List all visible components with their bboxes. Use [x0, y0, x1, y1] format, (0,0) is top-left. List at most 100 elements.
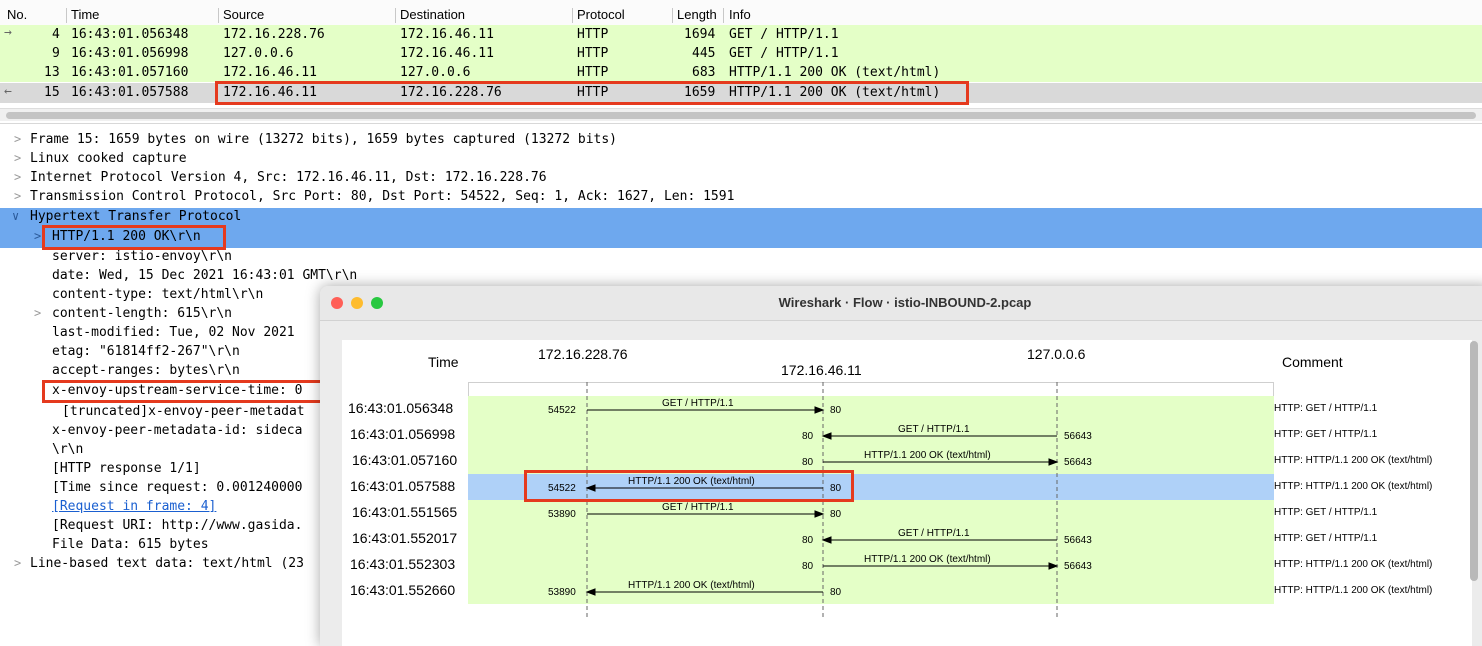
- flow-port: 80: [802, 431, 814, 442]
- chevron-right-icon[interactable]: >: [14, 170, 21, 184]
- flow-row[interactable]: 16:43:01.056998 GET / HTTP/1.1 80 56643 …: [342, 420, 1472, 446]
- tree-item-label: content-type: text/html\r\n: [52, 287, 264, 302]
- flow-diagram-canvas[interactable]: Time 172.16.228.76 172.16.46.11 127.0.0.…: [342, 340, 1472, 646]
- packet-list-header: No. Time Source Destination Protocol Len…: [0, 0, 1482, 26]
- annotation-box-status-line: [42, 225, 226, 250]
- tree-item-label: Internet Protocol Version 4, Src: 172.16…: [30, 170, 547, 185]
- flow-port: 53890: [548, 587, 576, 598]
- packet-destination: 172.16.46.11: [400, 46, 494, 61]
- packet-length: 1694: [684, 27, 716, 42]
- flow-comment: HTTP: GET / HTTP/1.1: [1274, 403, 1378, 414]
- flow-time: 16:43:01.056998: [350, 426, 456, 442]
- packet-source: 127.0.0.6: [223, 46, 294, 61]
- request-in-frame-link[interactable]: [Request in frame: 4]: [52, 499, 216, 514]
- tree-item-label: accept-ranges: bytes\r\n: [52, 363, 240, 378]
- chevron-right-icon[interactable]: >: [14, 556, 21, 570]
- tree-item[interactable]: server: istio-envoy\r\n: [0, 248, 1482, 267]
- packet-list-hscrollbar[interactable]: [0, 108, 1482, 121]
- col-info-header[interactable]: Info: [729, 7, 751, 22]
- packet-time: 16:43:01.057160: [71, 65, 189, 80]
- col-time-header[interactable]: Time: [71, 7, 99, 22]
- flow-graph-window[interactable]: Wireshark · Flow · istio-INBOUND-2.pcap …: [320, 286, 1482, 646]
- response-arrow-icon: ←: [4, 84, 12, 99]
- tree-item[interactable]: date: Wed, 15 Dec 2021 16:43:01 GMT\r\n: [0, 267, 1482, 286]
- packet-list[interactable]: No. Time Source Destination Protocol Len…: [0, 0, 1482, 122]
- chevron-right-icon[interactable]: >: [14, 151, 21, 165]
- tree-item-label: last-modified: Tue, 02 Nov 2021: [52, 325, 295, 340]
- flow-row[interactable]: 16:43:01.552017 GET / HTTP/1.1 80 56643 …: [342, 524, 1472, 550]
- chevron-down-icon[interactable]: ∨: [12, 209, 19, 223]
- packet-time: 16:43:01.056998: [71, 46, 189, 61]
- packet-length: 445: [692, 46, 716, 61]
- flow-port: 56643: [1064, 535, 1092, 546]
- flow-comment: HTTP: HTTP/1.1 200 OK (text/html): [1274, 585, 1433, 596]
- packet-no: 4: [52, 27, 60, 42]
- tree-item-linux-cooked[interactable]: > Linux cooked capture: [0, 150, 1482, 169]
- flow-port: 80: [830, 587, 842, 598]
- flow-comment: HTTP: GET / HTTP/1.1: [1274, 507, 1378, 518]
- packet-no: 15: [44, 85, 60, 100]
- packet-row[interactable]: → 4 16:43:01.056348 172.16.228.76 172.16…: [0, 25, 1482, 44]
- packet-source: 172.16.228.76: [223, 27, 325, 42]
- flow-row[interactable]: 16:43:01.056348 GET / HTTP/1.1 54522 80 …: [342, 394, 1472, 420]
- flow-row[interactable]: 16:43:01.552660 HTTP/1.1 200 OK (text/ht…: [342, 576, 1472, 602]
- flow-time: 16:43:01.056348: [348, 400, 454, 416]
- tree-item-label: Linux cooked capture: [30, 151, 187, 166]
- flow-row[interactable]: 16:43:01.057160 HTTP/1.1 200 OK (text/ht…: [342, 446, 1472, 472]
- tree-item-ipv4[interactable]: > Internet Protocol Version 4, Src: 172.…: [0, 169, 1482, 188]
- flow-port: 56643: [1064, 431, 1092, 442]
- flow-label: GET / HTTP/1.1: [662, 398, 734, 409]
- tree-item-label: x-envoy-peer-metadata-id: sideca: [52, 423, 303, 438]
- packet-length: 683: [692, 65, 716, 80]
- chevron-right-icon[interactable]: >: [14, 132, 21, 146]
- flow-time: 16:43:01.552660: [350, 582, 456, 598]
- flow-row[interactable]: 16:43:01.552303 HTTP/1.1 200 OK (text/ht…: [342, 550, 1472, 576]
- tree-item-frame[interactable]: > Frame 15: 1659 bytes on wire (13272 bi…: [0, 131, 1482, 150]
- flow-row-selected-content[interactable]: 16:43:01.057588 HTTP/1.1 200 OK (text/ht…: [342, 472, 1472, 498]
- scrollbar-thumb[interactable]: [6, 112, 1476, 119]
- flow-time: 16:43:01.057160: [352, 452, 458, 468]
- packet-time: 16:43:01.057588: [71, 85, 189, 100]
- flow-port: 80: [802, 535, 814, 546]
- flow-port: 80: [830, 405, 842, 416]
- flow-comment: HTTP: GET / HTTP/1.1: [1274, 533, 1378, 544]
- annotation-box-flow-response: [524, 470, 854, 502]
- flow-label: HTTP/1.1 200 OK (text/html): [864, 450, 991, 461]
- packet-protocol: HTTP: [577, 27, 609, 42]
- packet-info: GET / HTTP/1.1: [729, 46, 839, 61]
- packet-row[interactable]: 13 16:43:01.057160 172.16.46.11 127.0.0.…: [0, 63, 1482, 82]
- packet-no: 9: [52, 46, 60, 61]
- chevron-right-icon[interactable]: >: [34, 306, 41, 320]
- flow-row[interactable]: 16:43:01.551565 GET / HTTP/1.1 53890 80 …: [342, 498, 1472, 524]
- packet-info: HTTP/1.1 200 OK (text/html): [729, 65, 941, 80]
- flow-label: GET / HTTP/1.1: [662, 502, 734, 513]
- window-titlebar[interactable]: Wireshark · Flow · istio-INBOUND-2.pcap: [320, 286, 1482, 321]
- flow-comment: HTTP: HTTP/1.1 200 OK (text/html): [1274, 455, 1433, 466]
- col-source-header[interactable]: Source: [223, 7, 264, 22]
- flow-label: GET / HTTP/1.1: [898, 528, 970, 539]
- flow-port: 80: [830, 509, 842, 520]
- tree-item-label: File Data: 615 bytes: [52, 537, 209, 552]
- annotation-box-service-time: [42, 380, 332, 403]
- chevron-right-icon[interactable]: >: [34, 229, 41, 243]
- tree-item-label: content-length: 615\r\n: [52, 306, 233, 321]
- flow-comment: HTTP: HTTP/1.1 200 OK (text/html): [1274, 559, 1433, 570]
- window-title: Wireshark · Flow · istio-INBOUND-2.pcap: [778, 295, 1032, 310]
- request-arrow-icon: →: [4, 25, 12, 40]
- col-no-header[interactable]: No.: [7, 7, 27, 22]
- packet-source: 172.16.46.11: [223, 65, 317, 80]
- chevron-right-icon[interactable]: >: [14, 189, 21, 203]
- col-destination-header[interactable]: Destination: [400, 7, 465, 22]
- flow-time: 16:43:01.057588: [350, 478, 456, 494]
- packet-row[interactable]: 9 16:43:01.056998 127.0.0.6 172.16.46.11…: [0, 44, 1482, 63]
- tree-item-label: [HTTP response 1/1]: [52, 461, 201, 476]
- col-length-header[interactable]: Length: [677, 7, 717, 22]
- flow-vscrollbar-thumb[interactable]: [1470, 341, 1478, 581]
- flow-label: GET / HTTP/1.1: [898, 424, 970, 435]
- flow-time: 16:43:01.552303: [350, 556, 456, 572]
- tree-item-label: Transmission Control Protocol, Src Port:…: [30, 189, 735, 204]
- col-protocol-header[interactable]: Protocol: [577, 7, 625, 22]
- tree-item-tcp[interactable]: > Transmission Control Protocol, Src Por…: [0, 188, 1482, 207]
- packet-destination: 172.16.46.11: [400, 27, 494, 42]
- tree-item-label: Hypertext Transfer Protocol: [30, 209, 242, 224]
